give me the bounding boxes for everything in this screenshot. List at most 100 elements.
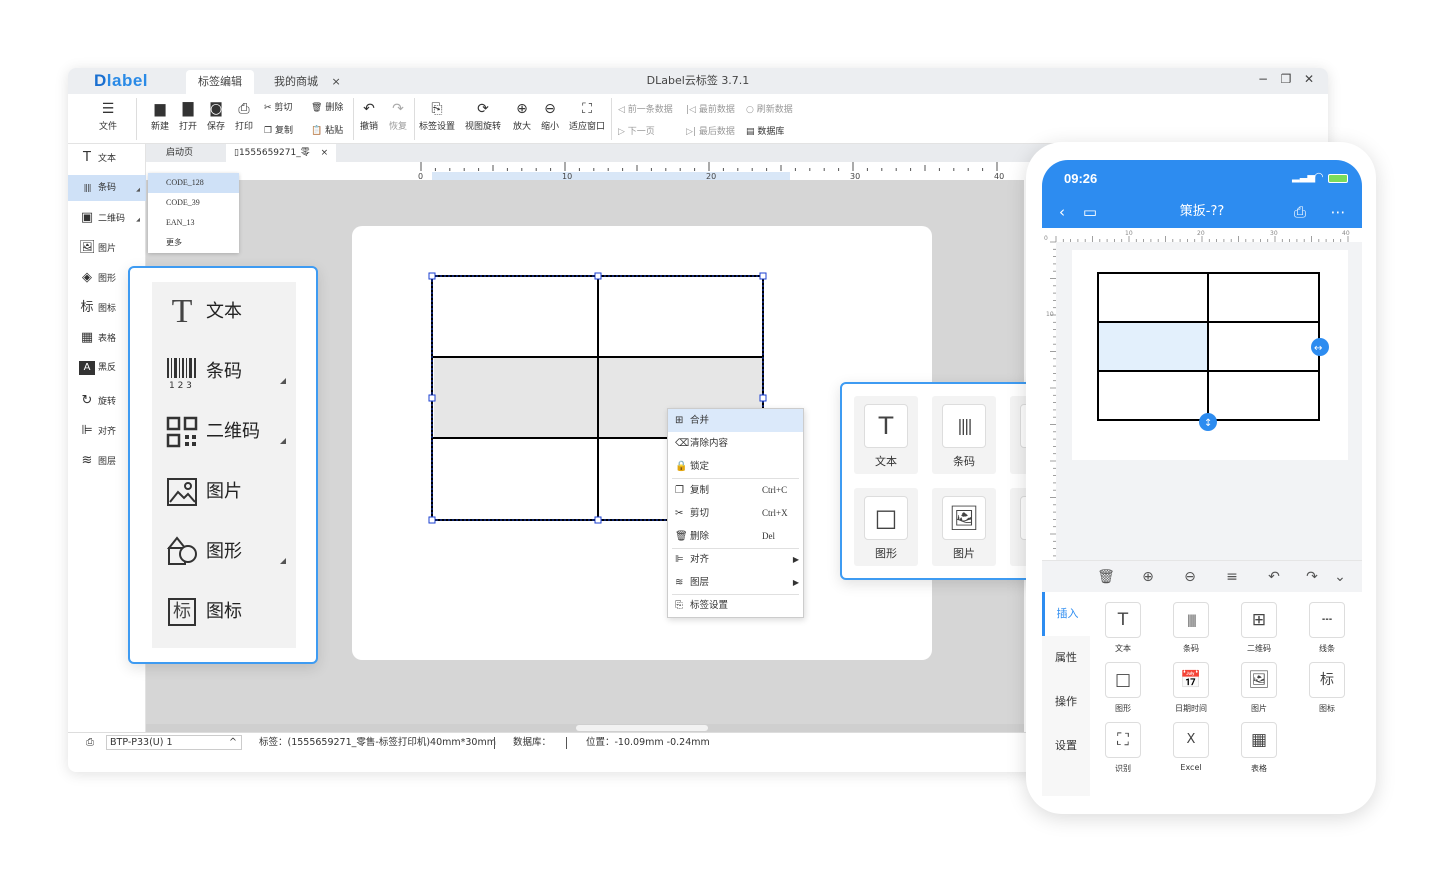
- maximize-icon[interactable]: ❐: [1277, 72, 1295, 86]
- phone-insert-qrcode[interactable]: ⊞ 二维码: [1234, 602, 1284, 654]
- zoom-in-icon[interactable]: ⊕: [1136, 561, 1160, 593]
- horizontal-scrollbar[interactable]: [146, 724, 1024, 732]
- sidebar-item-qrcode[interactable]: ▣ 二维码 ◢: [68, 205, 146, 231]
- prev-record-button[interactable]: ◁ 前一条数据: [618, 102, 673, 115]
- copy-button[interactable]: ❐ 复制: [264, 123, 293, 136]
- more-icon[interactable]: ⋯: [1324, 196, 1352, 228]
- printer-select[interactable]: BTP-P33(U) 1 ^: [106, 735, 242, 750]
- insert-shape-button[interactable]: 图形: [152, 522, 296, 582]
- insert-image-button[interactable]: 图片: [152, 462, 296, 522]
- tab-document[interactable]: ▯1555659271_零 ×: [226, 144, 337, 162]
- phone-insert-image[interactable]: 🖼 图片: [1234, 662, 1284, 714]
- undo-button[interactable]: ↶ 撤销: [354, 99, 384, 132]
- phone-insert-badge[interactable]: 标图标: [1302, 662, 1352, 714]
- phone-tab-2[interactable]: 操作: [1042, 680, 1090, 724]
- print-icon[interactable]: ⎙: [1286, 196, 1314, 228]
- phone-editor[interactable]: 0 10 20 30 40 10 ↔ ↕: [1042, 228, 1362, 564]
- align-icon[interactable]: ≡: [1220, 561, 1244, 593]
- dropdown-item-code128[interactable]: CODE_128: [148, 173, 239, 193]
- context-item-align[interactable]: ⊫ 对齐 ▶: [668, 548, 803, 571]
- context-item-settings[interactable]: ⎘ 标签设置: [668, 594, 803, 617]
- zoom-out-button[interactable]: ⊖ 缩小: [536, 99, 564, 132]
- database-button[interactable]: ▤ 数据库: [746, 124, 784, 137]
- view-rotate-button[interactable]: ⟳ 视图旋转: [464, 99, 502, 132]
- zoom-out-icon[interactable]: ⊖: [1178, 561, 1202, 593]
- insert-qrcode-button[interactable]: 二维码: [152, 402, 296, 462]
- context-item-trash[interactable]: 🗑 删除 Del: [668, 525, 803, 548]
- context-item-merge[interactable]: ⊞ 合并: [668, 409, 803, 432]
- insert-image-tile[interactable]: 🖼 图片: [932, 488, 996, 566]
- phone-tab-0[interactable]: 插入: [1042, 592, 1090, 636]
- insert-text-tile[interactable]: T 文本: [854, 396, 918, 474]
- printer-icon: ⎙: [86, 737, 94, 748]
- open-button[interactable]: ▇ 打开: [173, 99, 203, 132]
- scrollbar-thumb[interactable]: [576, 725, 708, 731]
- fit-window-button[interactable]: ⛶ 适应窗口: [568, 99, 606, 132]
- tab-start-page[interactable]: 启动页: [148, 144, 211, 162]
- next-page-button[interactable]: ▷ 下一页: [618, 124, 655, 137]
- close-icon[interactable]: ×: [332, 75, 341, 88]
- sidebar-item-image[interactable]: 🖼 图片: [68, 235, 146, 261]
- close-window-icon[interactable]: ✕: [1300, 72, 1318, 86]
- phone-insert-barcode[interactable]: |||| 条码: [1166, 602, 1216, 654]
- svg-text:40: 40: [1342, 230, 1350, 237]
- phone-insert-table[interactable]: ▦ 表格: [1234, 722, 1284, 774]
- context-item-copy[interactable]: ❐ 复制 Ctrl+C: [668, 479, 803, 502]
- paste-button[interactable]: 📋 粘贴: [311, 123, 343, 136]
- print-button[interactable]: ⎙ 打印: [229, 99, 259, 132]
- insert-text-button[interactable]: T 文本: [152, 282, 296, 342]
- qrcode-icon: [166, 414, 198, 450]
- redo-icon[interactable]: ↷: [1300, 561, 1324, 593]
- copy-icon: ❐: [264, 126, 273, 136]
- phone-insert-line[interactable]: ┄ 线条: [1302, 602, 1352, 654]
- new-button[interactable]: ▆ 新建: [145, 99, 175, 132]
- shortcut-label: Ctrl+X: [762, 508, 788, 518]
- minimize-icon[interactable]: −: [1254, 72, 1272, 86]
- dropdown-item-ean13[interactable]: EAN_13: [148, 213, 239, 233]
- close-icon[interactable]: ×: [321, 148, 329, 158]
- back-icon[interactable]: ‹: [1048, 196, 1076, 228]
- label-settings-button[interactable]: ⎘ 标签设置: [418, 99, 456, 132]
- delete-button[interactable]: 🗑 删除: [311, 100, 343, 113]
- delete-icon[interactable]: 🗑: [1094, 561, 1118, 593]
- dropdown-item-more[interactable]: 更多: [148, 233, 239, 253]
- context-item-cut[interactable]: ✂ 剪切 Ctrl+X: [668, 502, 803, 525]
- redo-button[interactable]: ↷ 恢复: [383, 99, 413, 132]
- phone-tab-1[interactable]: 属性: [1042, 636, 1090, 680]
- phone-insert-scan[interactable]: ⛶ 识别: [1098, 722, 1148, 774]
- undo-icon: ↶: [363, 101, 375, 117]
- shortcut-label: Ctrl+C: [762, 485, 788, 495]
- barcode-icon: ||||: [942, 404, 986, 448]
- dropdown-item-code39[interactable]: CODE_39: [148, 193, 239, 213]
- context-item-lock[interactable]: 🔒 锁定: [668, 455, 803, 478]
- context-item-clear[interactable]: ⌫ 清除内容: [668, 432, 803, 455]
- refresh-data-button[interactable]: ○ 刷新数据: [746, 102, 793, 115]
- last-record-button[interactable]: ▷| 最后数据: [686, 124, 735, 137]
- phone-insert-excel[interactable]: X Excel: [1166, 722, 1216, 772]
- zoom-in-button[interactable]: ⊕ 放大: [508, 99, 536, 132]
- cut-button[interactable]: ✂ 剪切: [264, 100, 292, 113]
- phone-insert-label: 二维码: [1247, 644, 1271, 653]
- undo-icon[interactable]: ↶: [1262, 561, 1286, 593]
- context-item-layers[interactable]: ≋ 图层 ▶: [668, 571, 803, 594]
- save-button[interactable]: ◙ 保存: [201, 99, 231, 132]
- tab-label-edit[interactable]: 标签编辑: [186, 70, 254, 94]
- barcode-type-dropdown: CODE_128 CODE_39 EAN_13 更多: [148, 173, 239, 253]
- insert-barcode-tile[interactable]: |||| 条码: [932, 396, 996, 474]
- tab-my-shop[interactable]: 我的商城 ×: [262, 70, 353, 94]
- insert-barcode-button[interactable]: 1 2 3 条码: [152, 342, 296, 402]
- file-menu-button[interactable]: ☰ 文件: [93, 99, 123, 132]
- phone-insert-shape[interactable]: □ 图形: [1098, 662, 1148, 714]
- sidebar-item-text[interactable]: T 文本: [68, 145, 146, 171]
- save-icon[interactable]: ▭: [1076, 196, 1104, 228]
- insert-badge-button[interactable]: 标图标: [152, 582, 296, 642]
- insert-shape-tile[interactable]: □ 图形: [854, 488, 918, 566]
- image-icon: 🖼: [942, 496, 986, 540]
- phone-insert-calendar[interactable]: 📅 日期时间: [1166, 662, 1216, 714]
- first-record-button[interactable]: |◁ 最前数据: [686, 102, 735, 115]
- ruler-tick-label: 10: [562, 172, 572, 180]
- phone-insert-text[interactable]: T 文本: [1098, 602, 1148, 654]
- phone-tab-3[interactable]: 设置: [1042, 724, 1090, 768]
- chevron-down-icon[interactable]: ⌄: [1328, 561, 1352, 593]
- sidebar-item-barcode[interactable]: |||| 条码 ◢: [68, 175, 146, 201]
